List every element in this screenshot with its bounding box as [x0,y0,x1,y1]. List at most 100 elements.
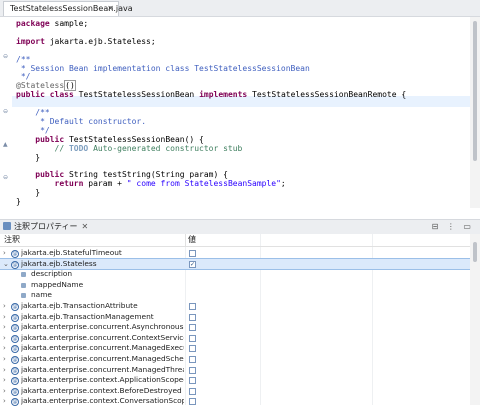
tree-row[interactable]: › @ jakarta.ejb.TransactionManagement [0,312,470,323]
chevron-right-icon[interactable]: › [3,375,6,386]
panel-toolbar[interactable]: ⊟ ⋮ ▭ [432,220,474,234]
tree-row[interactable]: › @ jakarta.ejb.TransactionAttribute [0,301,470,312]
value-checkbox[interactable] [189,303,196,310]
tree-row-label: jakarta.enterprise.context.ConversationS… [21,396,184,406]
annotation-properties-icon [3,222,11,230]
value-checkbox[interactable] [189,345,196,353]
chevron-right-icon[interactable]: › [3,354,6,365]
annotation-icon: @ [11,303,19,311]
annotation-icon: @ [11,387,19,396]
tree-row-label: mappedName [31,279,84,289]
value-checkbox[interactable] [189,377,196,385]
editor-tab-bar: TestStatelessSessionBean.java ✕ [0,0,480,17]
editor-vertical-scrollbar[interactable] [470,17,480,208]
annotation-icon: @ [11,250,19,258]
column-header-divider[interactable] [185,234,186,246]
annotation-icon: @ [11,377,19,386]
value-checkbox[interactable] [189,250,196,257]
tree-row-label: jakarta.ejb.TransactionManagement [21,311,154,321]
close-icon[interactable]: ✕ [82,222,89,231]
tree-row[interactable]: description [0,269,470,280]
chevron-right-icon[interactable]: › [3,312,6,323]
value-checkbox[interactable] [189,366,196,374]
tab-annotation-properties[interactable]: 注釈プロパティー ✕ [3,220,88,234]
tree-row[interactable]: name [0,290,470,301]
code-token: public [16,90,45,100]
tree-row[interactable]: › @ jakarta.enterprise.context.Conversatio… [0,396,470,407]
code-line[interactable]: } [16,196,21,207]
value-checkbox[interactable]: ✓ [189,260,196,268]
editor-tab-test-stateless-session-bean[interactable]: TestStatelessSessionBean.java ✕ [3,1,133,16]
panel-tab-label: 注釈プロパティー [14,222,78,231]
code-line[interactable]: } [16,152,40,163]
code-editor[interactable]: ⊖ ⊖ ▲ ⊖ package sample; import jakarta.ej… [0,17,480,208]
value-checkbox[interactable] [189,324,196,332]
override-marker-icon: ▲ [3,141,8,148]
chevron-right-icon[interactable]: › [3,386,6,397]
tree-row[interactable]: ⌄ @ jakarta.ejb.Stateless ✓ [0,257,471,271]
code-line[interactable]: return param + " come from StatelessBean… [16,178,286,189]
value-checkbox[interactable] [189,313,196,321]
column-header-value[interactable]: 値 [188,234,196,246]
tree-row[interactable]: › @ jakarta.enterprise.concurrent.Asynchro… [0,322,470,333]
tree-row-label: jakarta.enterprise.context.BeforeDestroy… [21,385,182,395]
tree-row-label: description [31,269,73,279]
annotation-icon: @ [11,345,19,354]
tree-vertical-scrollbar[interactable] [470,234,480,405]
code-line[interactable]: // TODO Auto-generated constructor stub [16,143,243,154]
tree-row-label: jakarta.ejb.Stateless [21,258,97,268]
chevron-down-icon[interactable]: ⌄ [3,259,9,270]
code-token: } [16,152,41,162]
code-token: TestStatelessSessionBeanRemote { [247,90,407,100]
annotation-icon: @ [11,398,19,407]
close-icon[interactable]: ✕ [107,2,114,16]
code-token: " come from StatelessBeanSample" [126,179,281,189]
code-token: import [16,36,45,46]
value-checkbox[interactable] [189,387,196,395]
column-header-annotation[interactable]: 注釈 [4,234,20,246]
tree-row[interactable]: › @ jakarta.enterprise.concurrent.ManagedS… [0,354,470,365]
tree-row-label: jakarta.ejb.TransactionAttribute [21,301,138,310]
code-line[interactable]: import jakarta.ejb.Stateless; [16,36,156,47]
value-checkbox[interactable] [189,334,196,342]
code-token: param + [83,179,127,189]
code-token: sample; [49,19,89,28]
code-token: * Session Bean implementation class Test… [16,63,310,73]
tree-row[interactable]: › @ jakarta.enterprise.context.Application… [0,375,470,386]
tree-row[interactable]: › @ jakarta.enterprise.concurrent.ManagedE… [0,343,470,354]
editor-gutter: ⊖ ⊖ ▲ ⊖ [0,17,12,208]
code-line[interactable]: public class TestStatelessSessionBean im… [16,89,406,100]
code-token: package [16,19,50,28]
tree-row[interactable]: › @ jakarta.ejb.StatefulTimeout [0,248,470,259]
annotation-tree[interactable]: 注釈 値 › @ jakarta.ejb.StatefulTimeout ⌄ @ jaka… [0,234,480,407]
chevron-right-icon[interactable]: › [3,333,6,344]
scrollbar-thumb[interactable] [473,21,477,161]
tree-row-label: jakarta.enterprise.concurrent.ManagedExe… [21,343,184,353]
value-checkbox[interactable] [189,356,196,363]
fold-collapse-icon[interactable]: ⊖ [3,109,9,115]
tree-row[interactable]: › @ jakarta.enterprise.concurrent.ContextS… [0,333,470,344]
tree-row[interactable]: › @ jakarta.enterprise.context.BeforeDestr… [0,386,470,397]
code-token: TODO [68,143,89,153]
code-token: jakarta.ejb.Stateless; [44,36,156,46]
fold-collapse-icon[interactable]: ⊖ [3,175,9,181]
fold-collapse-icon[interactable]: ⊖ [3,54,9,60]
tree-row[interactable]: mappedName [0,280,470,291]
annotation-icon: @ [11,366,19,375]
chevron-right-icon[interactable]: › [3,365,6,376]
chevron-right-icon[interactable]: › [3,301,6,312]
code-line[interactable]: package sample; [16,18,88,29]
code-line[interactable]: * Session Bean implementation class Test… [16,63,310,74]
chevron-right-icon[interactable]: › [3,396,6,407]
editor-tab-label: TestStatelessSessionBean.java [10,4,133,13]
tree-row-label: name [31,290,52,300]
chevron-right-icon[interactable]: › [3,248,6,259]
code-token: class [49,90,74,100]
code-token: TestStatelessSessionBean [73,90,200,100]
chevron-right-icon[interactable]: › [3,322,6,333]
value-checkbox[interactable] [189,398,196,406]
chevron-right-icon[interactable]: › [3,343,6,354]
code-token: Auto-generated constructor stub [88,143,243,153]
scrollbar-thumb[interactable] [473,242,477,262]
tree-row[interactable]: › @ jakarta.enterprise.concurrent.ManagedT… [0,365,470,376]
